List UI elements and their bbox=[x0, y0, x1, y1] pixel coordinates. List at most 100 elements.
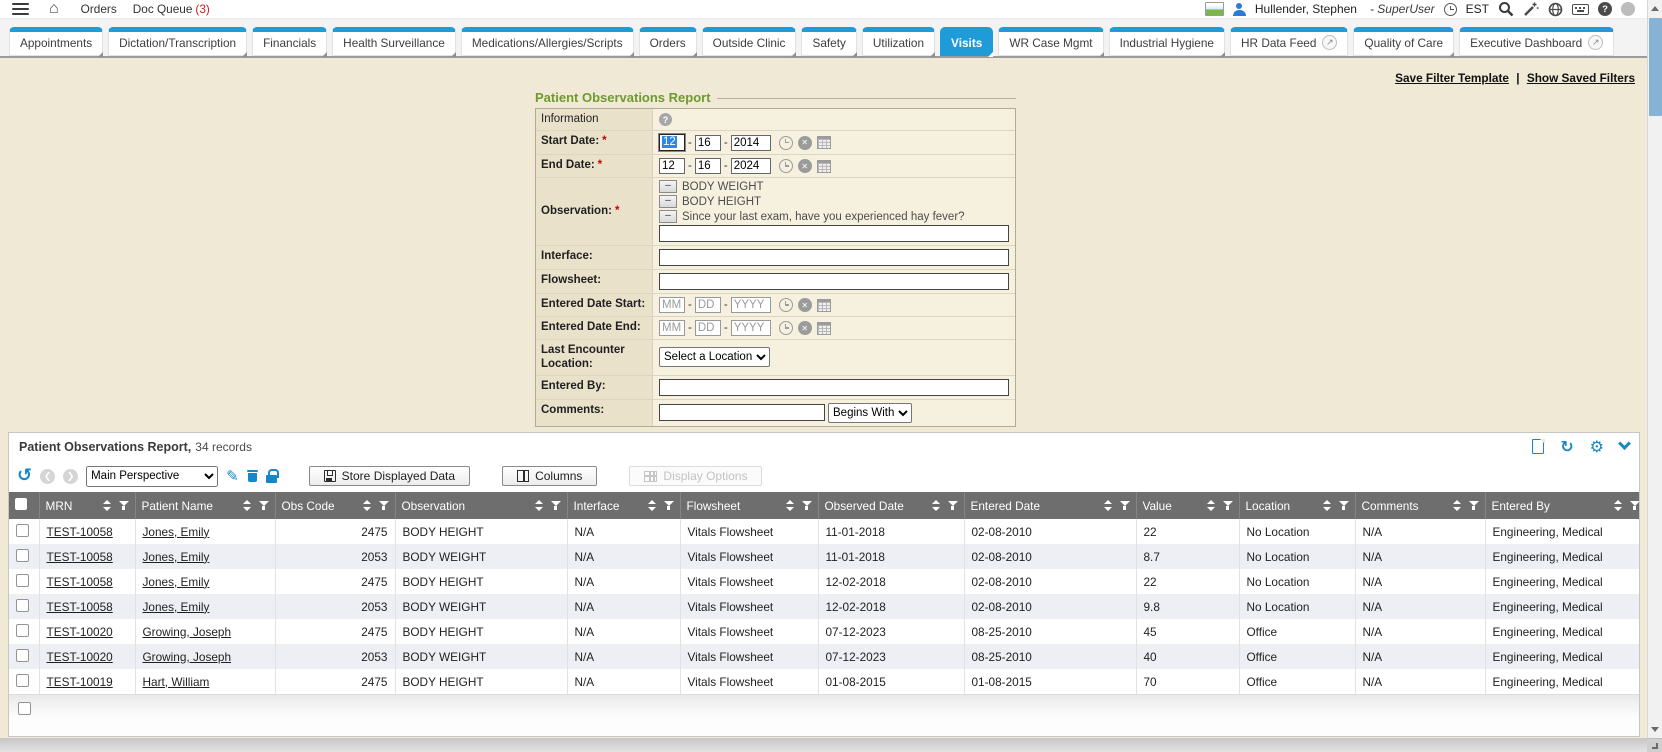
filter-icon[interactable] bbox=[119, 501, 129, 511]
tab-hr-data-feed[interactable]: HR Data Feed↗ bbox=[1230, 27, 1348, 56]
vertical-scrollbar-thumb[interactable] bbox=[1649, 18, 1662, 116]
entered-date-end-now-icon[interactable] bbox=[779, 321, 793, 335]
mrn-link[interactable]: TEST-10058 bbox=[47, 525, 113, 539]
column-header-entered-by[interactable]: Entered By bbox=[1485, 492, 1640, 519]
tab-dropdown-fold-icon[interactable] bbox=[852, 52, 857, 57]
tab-wr-case-mgmt[interactable]: WR Case Mgmt bbox=[998, 27, 1103, 56]
sort-icon[interactable] bbox=[535, 500, 543, 511]
end-date-now-icon[interactable] bbox=[779, 159, 793, 173]
tab-dropdown-fold-icon[interactable] bbox=[242, 52, 247, 57]
entered-date-end-day-input[interactable] bbox=[695, 320, 721, 336]
external-link-icon[interactable]: ↗ bbox=[1588, 35, 1603, 50]
tab-dropdown-fold-icon[interactable] bbox=[322, 52, 327, 57]
start-date-calendar-icon[interactable] bbox=[817, 136, 831, 149]
column-header-obs-code[interactable]: Obs Code bbox=[275, 492, 395, 519]
magic-wand-icon[interactable] bbox=[1523, 1, 1539, 17]
column-header-value[interactable]: Value bbox=[1136, 492, 1239, 519]
select-all-checkbox[interactable] bbox=[15, 498, 27, 510]
sort-icon[interactable] bbox=[1614, 500, 1622, 511]
delete-perspective-icon[interactable] bbox=[247, 470, 258, 483]
sort-icon[interactable] bbox=[932, 500, 940, 511]
entered-date-start-calendar-icon[interactable] bbox=[817, 299, 831, 312]
last-encounter-location-select[interactable]: Select a Location bbox=[659, 347, 770, 367]
row-checkbox[interactable] bbox=[18, 702, 31, 715]
row-checkbox[interactable] bbox=[16, 624, 29, 637]
help-icon[interactable]: ? bbox=[1598, 2, 1612, 16]
tab-dropdown-fold-icon[interactable] bbox=[98, 52, 103, 57]
observation-search-input[interactable] bbox=[659, 225, 1009, 242]
end-date-calendar-icon[interactable] bbox=[817, 160, 831, 173]
refresh-icon[interactable]: ↻ bbox=[1560, 440, 1573, 454]
new-document-icon[interactable] bbox=[1532, 439, 1544, 454]
row-checkbox[interactable] bbox=[16, 649, 29, 662]
entered-date-end-clear-icon[interactable]: ✕ bbox=[798, 321, 812, 335]
lock-perspective-icon[interactable] bbox=[266, 469, 277, 483]
show-saved-filters-link[interactable]: Show Saved Filters bbox=[1527, 71, 1635, 85]
globe-icon[interactable] bbox=[1548, 2, 1563, 17]
interface-input[interactable] bbox=[659, 249, 1009, 266]
tab-dictation-transcription[interactable]: Dictation/Transcription bbox=[108, 27, 247, 56]
scroll-up-button[interactable] bbox=[1648, 1, 1662, 16]
filter-icon[interactable] bbox=[664, 501, 674, 511]
column-header-comments[interactable]: Comments bbox=[1355, 492, 1485, 519]
filter-icon[interactable] bbox=[1339, 501, 1349, 511]
tab-dropdown-fold-icon[interactable] bbox=[988, 52, 993, 57]
tab-dropdown-fold-icon[interactable] bbox=[629, 52, 634, 57]
comments-input[interactable] bbox=[659, 404, 825, 421]
end-date-day-input[interactable] bbox=[695, 158, 721, 174]
search-icon[interactable] bbox=[1498, 1, 1514, 17]
entered-date-start-month-input[interactable] bbox=[659, 297, 685, 313]
mrn-link[interactable]: TEST-10019 bbox=[47, 675, 113, 689]
column-header-entered-date[interactable]: Entered Date bbox=[964, 492, 1136, 519]
home-icon[interactable]: ⌂ bbox=[49, 2, 59, 16]
tab-industrial-hygiene[interactable]: Industrial Hygiene bbox=[1109, 27, 1225, 56]
columns-button[interactable]: Columns bbox=[502, 466, 597, 486]
filter-icon[interactable] bbox=[259, 501, 269, 511]
sort-icon[interactable] bbox=[1323, 500, 1331, 511]
column-header-flowsheet[interactable]: Flowsheet bbox=[680, 492, 818, 519]
end-date-clear-icon[interactable]: ✕ bbox=[798, 159, 812, 173]
entered-date-start-day-input[interactable] bbox=[695, 297, 721, 313]
edit-perspective-icon[interactable]: ✎ bbox=[226, 467, 239, 485]
column-header-mrn[interactable]: MRN bbox=[39, 492, 135, 519]
previous-perspective-icon[interactable]: ❮ bbox=[40, 469, 55, 484]
entered-date-start-year-input[interactable] bbox=[731, 297, 771, 313]
filter-icon[interactable] bbox=[551, 501, 561, 511]
flowsheet-input[interactable] bbox=[659, 273, 1009, 290]
sort-icon[interactable] bbox=[648, 500, 656, 511]
entered-by-input[interactable] bbox=[659, 379, 1009, 396]
mrn-link[interactable]: TEST-10020 bbox=[47, 625, 113, 639]
sort-icon[interactable] bbox=[103, 500, 111, 511]
tab-dropdown-fold-icon[interactable] bbox=[930, 52, 935, 57]
clock-icon[interactable] bbox=[1444, 3, 1457, 16]
tab-quality-of-care[interactable]: Quality of Care bbox=[1353, 27, 1454, 56]
vertical-scrollbar[interactable] bbox=[1647, 0, 1662, 738]
row-checkbox[interactable] bbox=[16, 574, 29, 587]
end-date-year-input[interactable] bbox=[731, 158, 771, 174]
save-filter-template-link[interactable]: Save Filter Template bbox=[1395, 71, 1509, 85]
tab-appointments[interactable]: Appointments bbox=[9, 27, 103, 56]
patient-name-link[interactable]: Jones, Emily bbox=[143, 550, 210, 564]
row-checkbox[interactable] bbox=[16, 524, 29, 537]
filter-icon[interactable] bbox=[802, 501, 812, 511]
entered-date-end-calendar-icon[interactable] bbox=[817, 322, 831, 335]
sort-icon[interactable] bbox=[1104, 500, 1112, 511]
patient-name-link[interactable]: Hart, William bbox=[143, 675, 210, 689]
remove-observation-button[interactable] bbox=[659, 180, 677, 193]
start-date-clear-icon[interactable]: ✕ bbox=[798, 136, 812, 150]
tab-dropdown-fold-icon[interactable] bbox=[451, 52, 456, 57]
entered-date-end-year-input[interactable] bbox=[731, 320, 771, 336]
remove-observation-button[interactable] bbox=[659, 195, 677, 208]
filter-icon[interactable] bbox=[1630, 501, 1640, 511]
gear-icon[interactable]: ⚙ bbox=[1590, 439, 1604, 454]
patient-name-link[interactable]: Jones, Emily bbox=[143, 575, 210, 589]
entered-date-start-now-icon[interactable] bbox=[779, 298, 793, 312]
store-displayed-data-button[interactable]: Store Displayed Data bbox=[309, 466, 470, 486]
tab-health-surveillance[interactable]: Health Surveillance bbox=[332, 27, 456, 56]
column-header-observation[interactable]: Observation bbox=[395, 492, 567, 519]
end-date-month-input[interactable] bbox=[659, 158, 685, 174]
mrn-link[interactable]: TEST-10058 bbox=[47, 600, 113, 614]
comments-match-select[interactable]: Begins With bbox=[828, 403, 912, 423]
sort-icon[interactable] bbox=[1207, 500, 1215, 511]
column-header-interface[interactable]: Interface bbox=[567, 492, 680, 519]
